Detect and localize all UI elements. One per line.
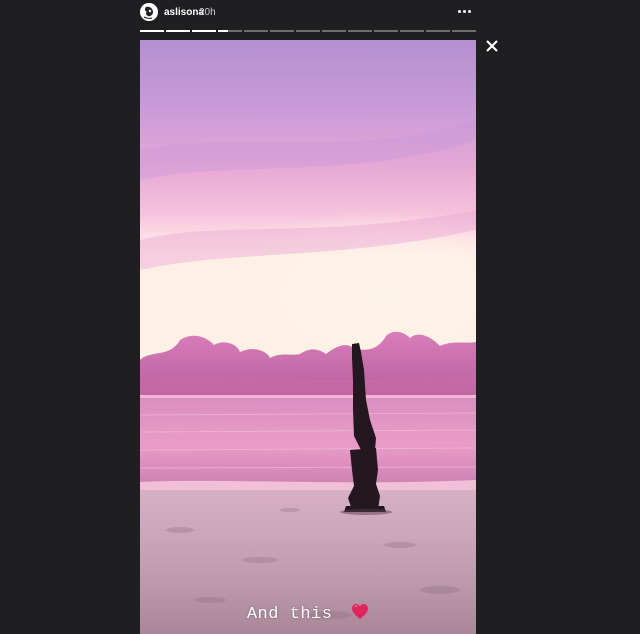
more-horizontal-icon-dot [463, 10, 466, 13]
story-progress-segment [322, 30, 346, 32]
story-progress-segment [244, 30, 268, 32]
story-progress-segment [452, 30, 476, 32]
more-horizontal-icon [458, 10, 461, 13]
more-options-button[interactable] [454, 4, 476, 20]
story-progress-segment [140, 30, 164, 32]
close-icon [486, 40, 498, 52]
story-progress-fill [192, 30, 216, 32]
story-progress-segment [192, 30, 216, 32]
story-progress-bar [140, 30, 476, 32]
avatar[interactable] [140, 3, 158, 21]
close-button[interactable] [484, 38, 500, 54]
story-progress-fill [140, 30, 164, 32]
story-progress-segment [270, 30, 294, 32]
story-progress-fill [166, 30, 190, 32]
story-photo [140, 40, 476, 634]
story-progress-segment [296, 30, 320, 32]
avatar-image [140, 3, 158, 21]
story-progress-segment [166, 30, 190, 32]
story-progress-fill [218, 30, 228, 32]
story-progress-segment [426, 30, 450, 32]
story-progress-segment [400, 30, 424, 32]
story-progress-segment [374, 30, 398, 32]
story-media[interactable] [140, 40, 476, 634]
more-horizontal-icon-dot [468, 10, 471, 13]
story-viewer: aslisona 20h And this [0, 0, 640, 634]
story-progress-segment [218, 30, 242, 32]
story-timestamp: 20h [199, 7, 216, 18]
story-progress-segment [348, 30, 372, 32]
